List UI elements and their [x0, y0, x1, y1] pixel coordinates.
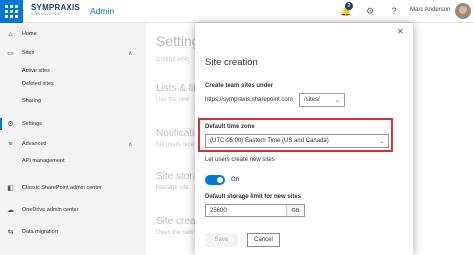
- section-description: Let users rece: [156, 142, 195, 148]
- nav-item-label: Advanced: [22, 141, 47, 147]
- url-prefix: https://sympraxis.sharepoint.com: [205, 97, 293, 103]
- nav-item-advanced[interactable]: ≡ Advanced ∧: [0, 136, 146, 152]
- chevron-down-icon: ⌄: [334, 97, 340, 104]
- chevron-up-icon: ∧: [128, 141, 133, 148]
- page-title: Setting: [156, 33, 200, 49]
- logo-subtext: CONSULTING: [31, 12, 60, 16]
- nav-item-sites[interactable]: ▭ Sites ∧: [0, 45, 146, 61]
- storage-limit-value: 25600: [210, 207, 227, 214]
- home-icon: ⌂: [8, 30, 13, 38]
- company-logo[interactable]: SYMPRAXIS CONSULTING: [31, 4, 80, 19]
- page-subtitle: Control whic: [156, 57, 190, 63]
- left-navigation: ⌂ Home ▭ Sites ∧ Active sites Deleted si…: [0, 23, 146, 255]
- nav-subitem-active-sites[interactable]: Active sites: [22, 68, 50, 74]
- app-launcher-button[interactable]: [0, 0, 23, 23]
- nav-item-label: OneDrive admin center: [22, 207, 79, 213]
- nav-item-settings[interactable]: ⚙ Settings: [0, 116, 146, 132]
- nav-item-label: Home: [22, 31, 37, 37]
- logo-text: SYMPRAXIS: [31, 3, 80, 12]
- nav-item-label: Sites: [22, 50, 35, 56]
- help-icon: ?: [391, 6, 397, 16]
- nav-item-classic-admin[interactable]: ◧ Classic SharePoint admin center: [0, 180, 146, 196]
- site-path-value: /sites/: [304, 97, 320, 103]
- section-heading: Notificatio: [156, 128, 200, 139]
- section-heading: Site stora: [156, 171, 199, 182]
- create-sites-toggle[interactable]: [205, 175, 225, 185]
- panel-title: Site creation: [205, 57, 258, 68]
- section-heading: Site creat: [156, 216, 199, 227]
- storage-limit-input[interactable]: 25600 GB: [205, 204, 305, 217]
- save-button[interactable]: Save: [205, 233, 238, 247]
- gear-icon: ⚙: [365, 5, 375, 16]
- app-title[interactable]: Admin: [90, 6, 114, 16]
- gear-icon: ⚙: [7, 120, 14, 128]
- sharepoint-icon: ◧: [7, 184, 14, 192]
- notification-badge: 2: [345, 2, 353, 10]
- nav-subitem-deleted-sites[interactable]: Deleted sites: [22, 81, 54, 87]
- section-description: Open the new: [156, 230, 194, 236]
- nav-item-sharing[interactable]: Sharing: [22, 98, 41, 104]
- nav-item-home[interactable]: ⌂ Home: [0, 26, 146, 42]
- cancel-button[interactable]: Cancel: [247, 233, 280, 247]
- storage-unit: GB: [286, 205, 304, 216]
- section-description: Manage site: [156, 185, 189, 191]
- avatar[interactable]: [455, 3, 471, 19]
- timezone-highlight-box: [198, 118, 393, 152]
- top-bar: SYMPRAXIS CONSULTING Admin 🔔 2 ⚙ ? Marc …: [0, 0, 474, 23]
- advanced-icon: ≡: [8, 140, 13, 148]
- nav-subitem-api-management[interactable]: API management: [22, 158, 65, 164]
- user-name[interactable]: Marc Anderson: [410, 7, 450, 13]
- toggle-state-text: On: [231, 177, 240, 183]
- migration-icon: ⇆: [7, 228, 14, 236]
- close-icon[interactable]: ✕: [397, 27, 404, 36]
- nav-item-label: Classic SharePoint admin center: [22, 185, 102, 191]
- notifications-button[interactable]: 🔔 2: [340, 2, 353, 17]
- storage-limit-label: Default storage limit for new sites: [205, 194, 302, 200]
- nav-item-label: Settings: [22, 121, 42, 127]
- settings-button[interactable]: ⚙: [364, 5, 376, 17]
- nav-item-onedrive-admin[interactable]: ☁ OneDrive admin center: [0, 202, 146, 218]
- nav-item-data-migration[interactable]: ⇆ Data migration: [0, 224, 146, 240]
- section-heading: Lists & lib: [156, 83, 199, 94]
- waffle-icon: [5, 5, 18, 18]
- site-path-dropdown[interactable]: /sites/ ⌄: [299, 93, 345, 107]
- nav-item-label: Data migration: [22, 229, 58, 235]
- chevron-up-icon: ∧: [128, 50, 133, 57]
- onedrive-icon: ☁: [7, 206, 14, 214]
- sites-icon: ▭: [7, 49, 14, 57]
- help-button[interactable]: ?: [388, 5, 400, 17]
- let-users-create-label: Let users create new sites: [205, 157, 275, 163]
- create-sites-label: Create team sites under: [205, 83, 274, 89]
- section-description: Use the new: [156, 97, 190, 103]
